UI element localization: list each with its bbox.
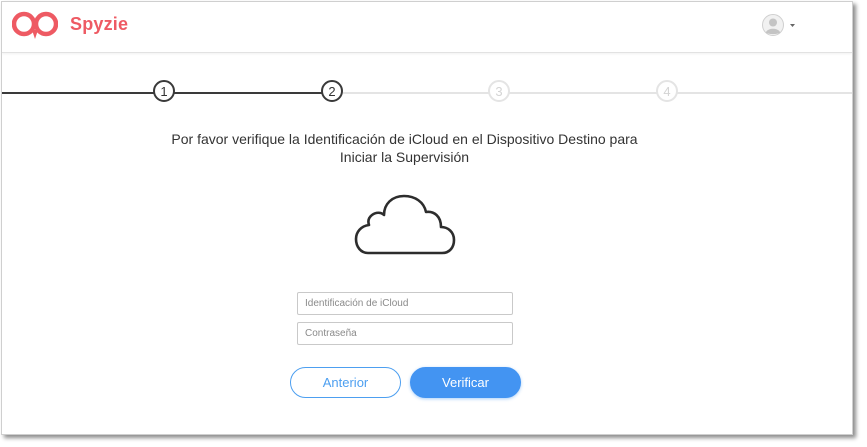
page-heading: Por favor verifique la Identificación de… bbox=[171, 131, 638, 165]
chevron-down-icon[interactable] bbox=[790, 24, 795, 27]
icloud-id-input[interactable] bbox=[297, 292, 513, 315]
app-window: Spyzie 1 2 3 4 Por favor verifique la Id… bbox=[1, 1, 853, 435]
password-input[interactable] bbox=[297, 322, 513, 345]
step-1: 1 bbox=[153, 80, 175, 102]
step-3: 3 bbox=[488, 80, 510, 102]
step-2: 2 bbox=[321, 80, 343, 102]
verify-button[interactable]: Verificar bbox=[410, 367, 521, 398]
user-avatar-icon[interactable] bbox=[762, 14, 784, 36]
binoculars-chat-icon[interactable] bbox=[12, 11, 58, 41]
top-header: Spyzie bbox=[2, 2, 852, 53]
cloud-icon bbox=[354, 194, 456, 255]
step-4: 4 bbox=[656, 80, 678, 102]
stepper-line-pending bbox=[343, 92, 852, 94]
brand-name[interactable]: Spyzie bbox=[70, 14, 128, 35]
account-menu[interactable] bbox=[762, 14, 802, 40]
back-button[interactable]: Anterior bbox=[290, 367, 401, 398]
progress-stepper: 1 2 3 4 bbox=[2, 78, 852, 108]
